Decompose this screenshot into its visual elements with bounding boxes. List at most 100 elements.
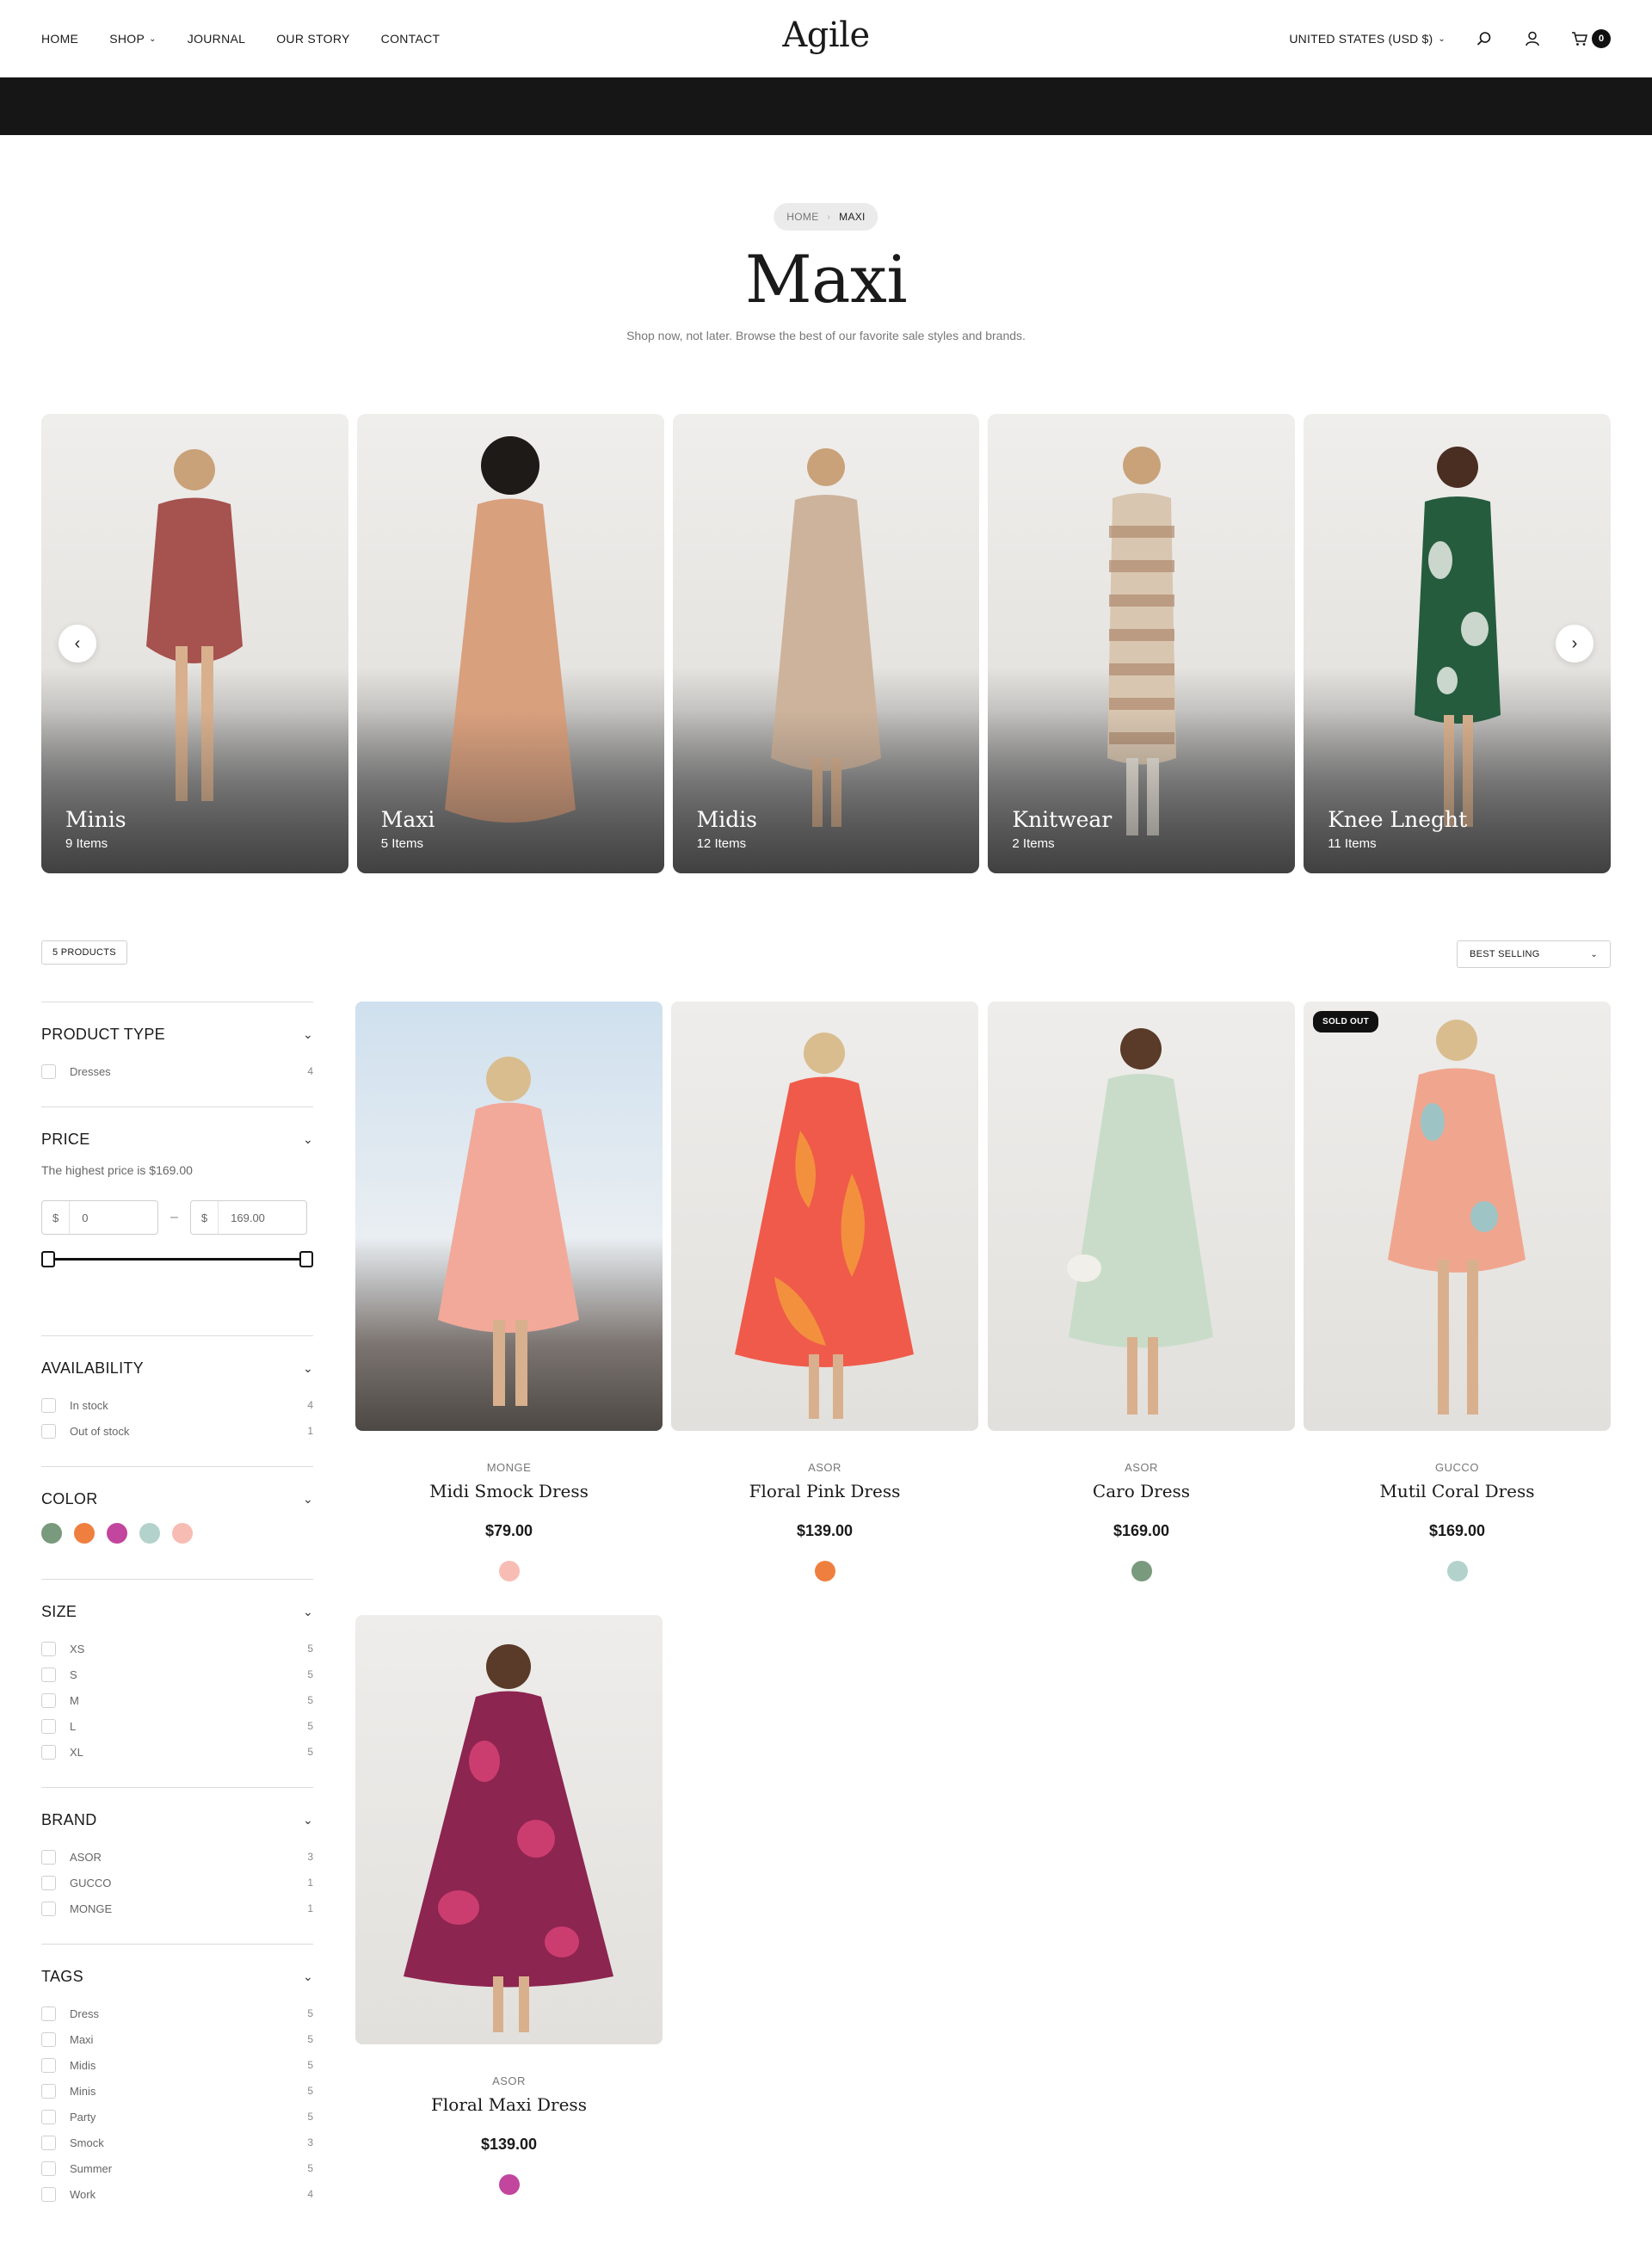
checkbox[interactable] bbox=[41, 1901, 56, 1916]
filter-option[interactable]: GUCCO 1 bbox=[41, 1870, 313, 1896]
breadcrumb-home[interactable]: HOME bbox=[786, 211, 818, 223]
product-image[interactable] bbox=[671, 1002, 978, 1431]
checkbox[interactable] bbox=[41, 2083, 56, 2099]
filter-header[interactable]: COLOR ⌄ bbox=[41, 1490, 313, 1508]
price-min-field[interactable]: $0 bbox=[41, 1200, 158, 1235]
filter-option[interactable]: Work 4 bbox=[41, 2181, 313, 2207]
filter-header[interactable]: SIZE ⌄ bbox=[41, 1603, 313, 1621]
nav-shop[interactable]: SHOP ⌄ bbox=[109, 32, 157, 46]
checkbox[interactable] bbox=[41, 2031, 56, 2047]
account-icon[interactable] bbox=[1523, 29, 1542, 48]
color-swatch[interactable] bbox=[41, 1523, 62, 1544]
cart-button[interactable]: 0 bbox=[1571, 29, 1611, 48]
checkbox[interactable] bbox=[41, 2186, 56, 2202]
color-swatch[interactable] bbox=[74, 1523, 95, 1544]
color-swatch[interactable] bbox=[172, 1523, 193, 1544]
filter-option[interactable]: XS 5 bbox=[41, 1636, 313, 1661]
carousel-prev-button[interactable]: ‹ bbox=[59, 625, 96, 663]
checkbox[interactable] bbox=[41, 2006, 56, 2021]
product-image[interactable]: SOLD OUT bbox=[1304, 1002, 1611, 1431]
filter-header[interactable]: PRICE ⌄ bbox=[41, 1131, 313, 1149]
nav-journal[interactable]: JOURNAL bbox=[188, 32, 245, 46]
product-color-swatch[interactable] bbox=[814, 1561, 835, 1581]
checkbox[interactable] bbox=[41, 2135, 56, 2150]
product-price: $139.00 bbox=[796, 1522, 854, 1539]
filter-option[interactable]: Out of stock 1 bbox=[41, 1418, 313, 1444]
chevron-down-icon: ⌄ bbox=[1438, 34, 1446, 44]
checkbox[interactable] bbox=[41, 1692, 56, 1708]
slider-max-handle[interactable] bbox=[299, 1251, 313, 1267]
filter-option[interactable]: Maxi 5 bbox=[41, 2026, 313, 2052]
filter-option[interactable]: Party 5 bbox=[41, 2104, 313, 2130]
checkbox[interactable] bbox=[41, 1641, 56, 1656]
filter-option[interactable]: Minis 5 bbox=[41, 2078, 313, 2104]
checkbox[interactable] bbox=[41, 1875, 56, 1890]
checkbox[interactable] bbox=[41, 1063, 56, 1079]
filter-option[interactable]: MONGE 1 bbox=[41, 1896, 313, 1921]
chevron-down-icon: ⌄ bbox=[302, 1027, 313, 1041]
product-image[interactable] bbox=[988, 1002, 1295, 1431]
checkbox[interactable] bbox=[41, 2161, 56, 2176]
color-swatch[interactable] bbox=[139, 1523, 160, 1544]
product-card[interactable]: SOLD OUT GUCCO Mutil Coral Dress $169.00 bbox=[1304, 1002, 1611, 1581]
filter-option[interactable]: XL 5 bbox=[41, 1739, 313, 1765]
checkbox[interactable] bbox=[41, 1718, 56, 1734]
sort-select[interactable]: BEST SELLING ⌄ bbox=[1457, 940, 1611, 968]
checkbox[interactable] bbox=[41, 2109, 56, 2124]
product-name[interactable]: Floral Pink Dress bbox=[671, 1481, 978, 1501]
collection-card[interactable]: Midis 12 Items bbox=[672, 414, 980, 873]
filter-option[interactable]: ASOR 3 bbox=[41, 1844, 313, 1870]
product-image[interactable] bbox=[355, 1615, 663, 2044]
product-color-swatch[interactable] bbox=[1131, 1561, 1152, 1581]
product-card[interactable]: ASOR Floral Maxi Dress $139.00 bbox=[355, 1615, 663, 2195]
collection-card[interactable]: Maxi 5 Items bbox=[356, 414, 664, 873]
site-logo[interactable]: Agile bbox=[782, 15, 870, 55]
checkbox[interactable] bbox=[41, 2057, 56, 2073]
range-separator: – bbox=[170, 1210, 178, 1224]
checkbox[interactable] bbox=[41, 1744, 56, 1760]
checkbox[interactable] bbox=[41, 1397, 56, 1413]
product-color-swatch[interactable] bbox=[498, 1561, 520, 1581]
filter-header[interactable]: BRAND ⌄ bbox=[41, 1811, 313, 1829]
filter-option[interactable]: Dress 5 bbox=[41, 2000, 313, 2026]
filter-header[interactable]: PRODUCT TYPE ⌄ bbox=[41, 1026, 313, 1044]
product-card[interactable]: ASOR Caro Dress $169.00 bbox=[988, 1002, 1295, 1581]
product-image[interactable] bbox=[355, 1002, 663, 1431]
filter-option[interactable]: In stock 4 bbox=[41, 1392, 313, 1418]
product-name[interactable]: Floral Maxi Dress bbox=[355, 2094, 663, 2115]
checkbox[interactable] bbox=[41, 1423, 56, 1439]
checkbox[interactable] bbox=[41, 1667, 56, 1682]
product-card[interactable]: ASOR Floral Pink Dress $139.00 bbox=[671, 1002, 978, 1581]
price-slider[interactable] bbox=[41, 1250, 313, 1267]
price-max-field[interactable]: $169.00 bbox=[189, 1200, 307, 1235]
filter-option[interactable]: Smock 3 bbox=[41, 2130, 313, 2155]
product-color-swatch[interactable] bbox=[1446, 1561, 1468, 1581]
product-name[interactable]: Caro Dress bbox=[988, 1481, 1295, 1501]
filter-title: TAGS bbox=[41, 1968, 83, 1985]
filter-option[interactable]: Summer 5 bbox=[41, 2155, 313, 2181]
collection-name: Minis bbox=[65, 807, 126, 832]
color-swatch[interactable] bbox=[107, 1523, 127, 1544]
filter-option[interactable]: S5 bbox=[41, 1661, 313, 1687]
nav-our-story[interactable]: OUR STORY bbox=[276, 32, 349, 46]
collection-card[interactable]: Knitwear 2 Items bbox=[988, 414, 1296, 873]
nav-contact[interactable]: CONTACT bbox=[381, 32, 441, 46]
product-name[interactable]: Midi Smock Dress bbox=[355, 1481, 663, 1501]
product-card[interactable]: MONGE Midi Smock Dress $79.00 bbox=[355, 1002, 663, 1581]
nav-home[interactable]: HOME bbox=[41, 32, 78, 46]
product-name[interactable]: Mutil Coral Dress bbox=[1304, 1481, 1611, 1501]
search-icon[interactable] bbox=[1475, 29, 1494, 48]
filter-option[interactable]: Dresses 4 bbox=[41, 1058, 313, 1084]
option-count: 5 bbox=[307, 1668, 313, 1680]
product-color-swatch[interactable] bbox=[498, 2174, 520, 2195]
filter-option[interactable]: L5 bbox=[41, 1713, 313, 1739]
carousel-next-button[interactable]: › bbox=[1556, 625, 1593, 663]
breadcrumb: HOME › MAXI bbox=[774, 203, 878, 231]
slider-min-handle[interactable] bbox=[41, 1251, 55, 1267]
filter-option[interactable]: Midis 5 bbox=[41, 2052, 313, 2078]
filter-option[interactable]: M5 bbox=[41, 1687, 313, 1713]
filter-header[interactable]: TAGS ⌄ bbox=[41, 1968, 313, 1986]
checkbox[interactable] bbox=[41, 1849, 56, 1865]
filter-header[interactable]: AVAILABILITY ⌄ bbox=[41, 1359, 313, 1378]
region-selector[interactable]: UNITED STATES (USD $) ⌄ bbox=[1289, 32, 1446, 46]
